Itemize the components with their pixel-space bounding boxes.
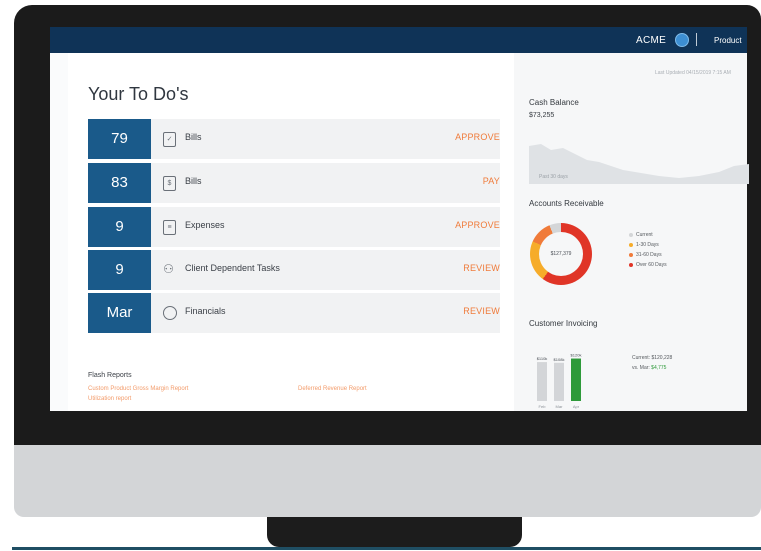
legend-over-60-days: Over 60 Days: [629, 262, 667, 268]
invoice-bar-feb: [537, 362, 547, 401]
approve-button[interactable]: APPROVE: [455, 132, 500, 142]
invoice-bar-value-label: $120k: [571, 353, 582, 358]
product-menu[interactable]: Product: [714, 36, 742, 45]
receipt-icon: ≡: [163, 220, 176, 235]
invoicing-vs-previous: vs. Mar: $4,775: [632, 365, 667, 371]
legend-current: Current: [629, 232, 653, 238]
cash-balance-footnote: Past 30 days: [539, 174, 568, 180]
todo-row-pay-bills[interactable]: 83 $ Bills PAY: [88, 163, 500, 203]
legend-31-60-days: 31-60 Days: [629, 252, 662, 258]
todo-count: 83: [88, 163, 151, 203]
pie-icon: [163, 306, 177, 320]
person-icon: ⚇: [163, 262, 174, 276]
accounts-receivable-total: $127,379: [550, 251, 572, 257]
flash-link-utilization[interactable]: Utilization report: [88, 396, 131, 402]
globe-icon[interactable]: [675, 33, 689, 47]
invoice-axis-label: Mar: [556, 404, 564, 409]
todo-label: Expenses: [185, 220, 225, 230]
nav-divider: [696, 33, 697, 46]
flash-reports-title: Flash Reports: [88, 372, 132, 379]
review-button[interactable]: REVIEW: [463, 306, 500, 316]
todo-row-approve-bills[interactable]: 79 ✓ Bills APPROVE: [88, 119, 500, 159]
bill-icon: $: [163, 176, 176, 191]
accounts-receivable-title: Accounts Receivable: [529, 199, 604, 208]
company-name[interactable]: ACME: [636, 35, 666, 46]
document-icon: ✓: [163, 132, 176, 147]
todo-label: Bills: [185, 176, 202, 186]
customer-invoicing-title: Customer Invoicing: [529, 319, 598, 328]
invoice-axis-label: Apr: [573, 404, 580, 409]
invoice-bar-apr: [571, 358, 581, 401]
cash-balance-value: $73,255: [529, 112, 555, 119]
invoice-bar-mar: [554, 362, 564, 401]
todo-count: 9: [88, 207, 151, 247]
invoice-axis-label: Feb: [539, 404, 547, 409]
customer-invoicing-chart: $110k Feb $108k Mar $120k Apr: [537, 353, 582, 409]
legend-1-30-days: 1-30 Days: [629, 242, 659, 248]
flash-link-deferred-revenue[interactable]: Deferred Revenue Report: [298, 386, 367, 392]
todo-count: 79: [88, 119, 151, 159]
page-title: Your To Do's: [88, 84, 189, 104]
invoice-bar-value-label: $108k: [554, 357, 565, 362]
invoicing-current: Current: $120,228: [632, 355, 673, 361]
last-updated-text: Last Updated 04/15/2019 7:15 AM: [655, 70, 731, 76]
monitor-chin: [14, 445, 761, 517]
todo-label: Client Dependent Tasks: [185, 263, 280, 273]
todo-count: Mar: [88, 293, 151, 333]
cash-balance-title: Cash Balance: [529, 98, 579, 107]
pay-button[interactable]: PAY: [483, 176, 500, 186]
floor-line: [12, 547, 761, 550]
todo-count: 9: [88, 250, 151, 290]
todo-row-approve-expenses[interactable]: 9 ≡ Expenses APPROVE: [88, 207, 500, 247]
monitor-stand: [267, 517, 522, 547]
top-nav-bar: ACME Product: [50, 27, 747, 53]
todo-row-financials[interactable]: Mar Financials REVIEW: [88, 293, 500, 333]
review-button[interactable]: REVIEW: [463, 263, 500, 273]
approve-button[interactable]: APPROVE: [455, 220, 500, 230]
todo-row-client-tasks[interactable]: 9 ⚇ Client Dependent Tasks REVIEW: [88, 250, 500, 290]
invoice-bar-value-label: $110k: [537, 356, 548, 361]
todo-label: Financials: [185, 306, 226, 316]
flash-link-gross-margin[interactable]: Custom Product Gross Margin Report: [88, 386, 188, 392]
todo-label: Bills: [185, 132, 202, 142]
